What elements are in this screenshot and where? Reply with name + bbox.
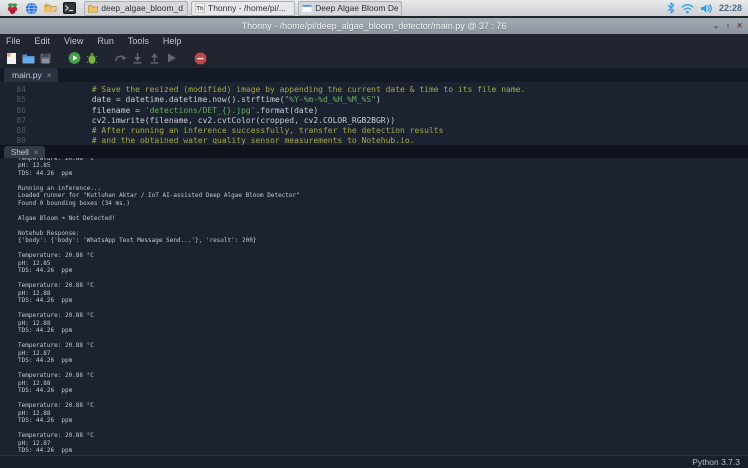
taskbar-task-thonny[interactable]: Th Thonny - /home/pi/... — [191, 1, 295, 16]
folder-icon — [88, 4, 98, 13]
editor-line: 86 filename = 'detections/DET_{}.jpg'.fo… — [0, 106, 748, 116]
tab-shell[interactable]: Shell × — [4, 146, 45, 158]
resume-button[interactable] — [165, 51, 178, 65]
editor-line: 84 # Save the resized (modified) image b… — [0, 85, 748, 95]
step-out-button[interactable] — [148, 51, 161, 65]
tab-close-icon[interactable]: × — [47, 71, 52, 80]
taskbar: deep_algae_bloom_d... Th Thonny - /home/… — [0, 0, 748, 17]
tab-label: Shell — [11, 148, 29, 157]
run-script-button[interactable] — [68, 51, 81, 65]
open-file-button[interactable] — [22, 51, 35, 65]
code-text: filename = 'detections/DET_{}.jpg'.forma… — [34, 106, 318, 116]
maximize-button[interactable]: ▫ — [726, 18, 729, 34]
line-number: 86 — [0, 106, 34, 116]
clock[interactable]: 22:28 — [719, 3, 742, 13]
bluetooth-icon[interactable] — [667, 2, 675, 14]
tab-main-py[interactable]: main.py × — [4, 68, 58, 82]
code-text: # After running an inference successfull… — [34, 126, 443, 136]
shell-output: Temperature: 20.88 °C pH: 12.85 TDS: 44.… — [0, 158, 748, 455]
code-text: date = datetime.datetime.now().strftime(… — [34, 95, 381, 105]
terminal-icon[interactable] — [61, 1, 77, 16]
save-file-button[interactable] — [39, 51, 52, 65]
editor-line: 87 cv2.imwrite(filename, cv2.cvtColor(cr… — [0, 116, 748, 126]
window-titlebar[interactable]: Thonny - /home/pi/deep_algae_bloom_detec… — [0, 18, 748, 34]
wifi-icon[interactable] — [681, 3, 694, 14]
stop-button[interactable] — [194, 51, 207, 65]
shell-tab-strip: Shell × — [0, 145, 748, 158]
line-number: 88 — [0, 126, 34, 136]
menu-view[interactable]: View — [64, 36, 83, 46]
step-over-button[interactable] — [114, 51, 127, 65]
menu-help[interactable]: Help — [163, 36, 182, 46]
editor-line: 85 date = datetime.datetime.now().strfti… — [0, 95, 748, 105]
code-editor[interactable]: 84 # Save the resized (modified) image b… — [0, 82, 748, 145]
tab-close-icon[interactable]: × — [34, 148, 39, 157]
task-label: Thonny - /home/pi/... — [208, 3, 286, 13]
taskbar-task-image-window[interactable]: Deep Algae Bloom De... — [298, 1, 402, 16]
task-label: deep_algae_bloom_d... — [101, 3, 184, 13]
debug-button[interactable] — [85, 51, 98, 65]
system-tray: 22:28 — [667, 2, 744, 14]
shade-button[interactable]: ⌄ — [713, 18, 720, 34]
web-browser-icon[interactable] — [23, 1, 39, 16]
thonny-icon: Th — [195, 3, 205, 13]
line-number: 84 — [0, 85, 34, 95]
editor-line: 88 # After running an inference successf… — [0, 126, 748, 136]
svg-text:Th: Th — [196, 6, 204, 12]
menu-file[interactable]: File — [6, 36, 21, 46]
step-into-button[interactable] — [131, 51, 144, 65]
code-text: # and the obtained water quality sensor … — [34, 136, 415, 145]
new-file-button[interactable] — [5, 51, 18, 65]
close-button[interactable]: ✕ — [736, 18, 743, 34]
toolbar — [0, 48, 748, 68]
task-label: Deep Algae Bloom De... — [315, 3, 398, 13]
status-bar: Python 3.7.3 — [0, 455, 748, 468]
menu-tools[interactable]: Tools — [128, 36, 149, 46]
editor-line: 89 # and the obtained water quality sens… — [0, 136, 748, 145]
line-number: 85 — [0, 95, 34, 105]
taskbar-task-file-manager[interactable]: deep_algae_bloom_d... — [84, 1, 188, 16]
line-number: 89 — [0, 136, 34, 145]
menu-run[interactable]: Run — [97, 36, 114, 46]
line-number: 87 — [0, 116, 34, 126]
code-text: # Save the resized (modified) image by a… — [34, 85, 525, 95]
interpreter-version[interactable]: Python 3.7.3 — [692, 457, 740, 467]
menu-bar: File Edit View Run Tools Help — [0, 34, 748, 48]
editor-tab-strip: main.py × — [0, 68, 748, 82]
raspberry-menu-icon[interactable] — [4, 1, 20, 16]
code-text: cv2.imwrite(filename, cv2.cvtColor(cropp… — [34, 116, 395, 126]
window-icon — [302, 4, 312, 13]
tab-label: main.py — [12, 70, 42, 80]
shell-pane[interactable]: Temperature: 20.88 °C pH: 12.85 TDS: 44.… — [0, 158, 748, 455]
volume-icon[interactable] — [700, 3, 713, 14]
window-controls: ⌄ ▫ ✕ — [713, 18, 743, 34]
window-title: Thonny - /home/pi/deep_algae_bloom_detec… — [242, 21, 507, 31]
menu-edit[interactable]: Edit — [35, 36, 51, 46]
file-manager-icon[interactable] — [42, 1, 58, 16]
